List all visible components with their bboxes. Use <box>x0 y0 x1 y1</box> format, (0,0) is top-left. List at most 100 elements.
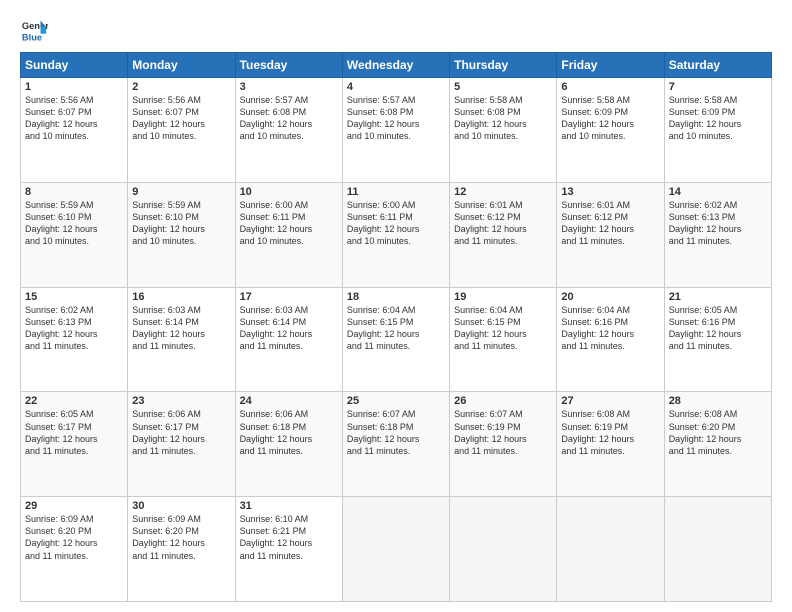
day-info: Sunrise: 6:06 AMSunset: 6:18 PMDaylight:… <box>240 408 338 457</box>
day-number: 4 <box>347 81 445 93</box>
calendar-table: SundayMondayTuesdayWednesdayThursdayFrid… <box>20 52 772 602</box>
day-info: Sunrise: 6:02 AMSunset: 6:13 PMDaylight:… <box>25 304 123 353</box>
header-saturday: Saturday <box>664 53 771 78</box>
day-number: 7 <box>669 81 767 93</box>
day-info: Sunrise: 5:56 AMSunset: 6:07 PMDaylight:… <box>132 94 230 143</box>
calendar-day-22: 22Sunrise: 6:05 AMSunset: 6:17 PMDayligh… <box>21 392 128 497</box>
calendar-day-5: 5Sunrise: 5:58 AMSunset: 6:08 PMDaylight… <box>450 78 557 183</box>
day-info: Sunrise: 6:07 AMSunset: 6:18 PMDaylight:… <box>347 408 445 457</box>
day-number: 12 <box>454 186 552 198</box>
day-info: Sunrise: 5:58 AMSunset: 6:09 PMDaylight:… <box>669 94 767 143</box>
calendar-day-empty <box>557 497 664 602</box>
day-info: Sunrise: 6:00 AMSunset: 6:11 PMDaylight:… <box>240 199 338 248</box>
calendar-day-12: 12Sunrise: 6:01 AMSunset: 6:12 PMDayligh… <box>450 182 557 287</box>
day-info: Sunrise: 6:01 AMSunset: 6:12 PMDaylight:… <box>454 199 552 248</box>
calendar-day-31: 31Sunrise: 6:10 AMSunset: 6:21 PMDayligh… <box>235 497 342 602</box>
calendar-day-24: 24Sunrise: 6:06 AMSunset: 6:18 PMDayligh… <box>235 392 342 497</box>
svg-text:Blue: Blue <box>22 32 42 42</box>
calendar-day-23: 23Sunrise: 6:06 AMSunset: 6:17 PMDayligh… <box>128 392 235 497</box>
header: General Blue <box>20 16 772 44</box>
calendar-day-20: 20Sunrise: 6:04 AMSunset: 6:16 PMDayligh… <box>557 287 664 392</box>
day-info: Sunrise: 6:01 AMSunset: 6:12 PMDaylight:… <box>561 199 659 248</box>
calendar-day-28: 28Sunrise: 6:08 AMSunset: 6:20 PMDayligh… <box>664 392 771 497</box>
day-number: 29 <box>25 500 123 512</box>
day-number: 25 <box>347 395 445 407</box>
day-number: 11 <box>347 186 445 198</box>
logo-icon: General Blue <box>20 16 48 44</box>
day-info: Sunrise: 6:02 AMSunset: 6:13 PMDaylight:… <box>669 199 767 248</box>
calendar-day-27: 27Sunrise: 6:08 AMSunset: 6:19 PMDayligh… <box>557 392 664 497</box>
header-tuesday: Tuesday <box>235 53 342 78</box>
calendar-day-18: 18Sunrise: 6:04 AMSunset: 6:15 PMDayligh… <box>342 287 449 392</box>
day-number: 28 <box>669 395 767 407</box>
day-info: Sunrise: 6:10 AMSunset: 6:21 PMDaylight:… <box>240 513 338 562</box>
day-info: Sunrise: 6:04 AMSunset: 6:16 PMDaylight:… <box>561 304 659 353</box>
calendar-day-15: 15Sunrise: 6:02 AMSunset: 6:13 PMDayligh… <box>21 287 128 392</box>
calendar-day-21: 21Sunrise: 6:05 AMSunset: 6:16 PMDayligh… <box>664 287 771 392</box>
day-number: 21 <box>669 291 767 303</box>
day-info: Sunrise: 5:57 AMSunset: 6:08 PMDaylight:… <box>347 94 445 143</box>
calendar-day-2: 2Sunrise: 5:56 AMSunset: 6:07 PMDaylight… <box>128 78 235 183</box>
calendar-day-8: 8Sunrise: 5:59 AMSunset: 6:10 PMDaylight… <box>21 182 128 287</box>
calendar-header-row: SundayMondayTuesdayWednesdayThursdayFrid… <box>21 53 772 78</box>
day-info: Sunrise: 6:04 AMSunset: 6:15 PMDaylight:… <box>347 304 445 353</box>
day-number: 20 <box>561 291 659 303</box>
day-number: 27 <box>561 395 659 407</box>
calendar-day-26: 26Sunrise: 6:07 AMSunset: 6:19 PMDayligh… <box>450 392 557 497</box>
calendar-day-13: 13Sunrise: 6:01 AMSunset: 6:12 PMDayligh… <box>557 182 664 287</box>
calendar-week-1: 1Sunrise: 5:56 AMSunset: 6:07 PMDaylight… <box>21 78 772 183</box>
day-number: 13 <box>561 186 659 198</box>
day-number: 30 <box>132 500 230 512</box>
day-number: 24 <box>240 395 338 407</box>
calendar-day-17: 17Sunrise: 6:03 AMSunset: 6:14 PMDayligh… <box>235 287 342 392</box>
header-friday: Friday <box>557 53 664 78</box>
calendar-day-empty <box>664 497 771 602</box>
day-info: Sunrise: 6:07 AMSunset: 6:19 PMDaylight:… <box>454 408 552 457</box>
header-monday: Monday <box>128 53 235 78</box>
day-info: Sunrise: 6:08 AMSunset: 6:20 PMDaylight:… <box>669 408 767 457</box>
calendar-day-empty <box>450 497 557 602</box>
day-info: Sunrise: 5:58 AMSunset: 6:09 PMDaylight:… <box>561 94 659 143</box>
day-number: 15 <box>25 291 123 303</box>
day-info: Sunrise: 6:00 AMSunset: 6:11 PMDaylight:… <box>347 199 445 248</box>
day-number: 14 <box>669 186 767 198</box>
day-number: 3 <box>240 81 338 93</box>
day-number: 2 <box>132 81 230 93</box>
day-info: Sunrise: 6:06 AMSunset: 6:17 PMDaylight:… <box>132 408 230 457</box>
day-number: 16 <box>132 291 230 303</box>
calendar-day-29: 29Sunrise: 6:09 AMSunset: 6:20 PMDayligh… <box>21 497 128 602</box>
day-info: Sunrise: 5:59 AMSunset: 6:10 PMDaylight:… <box>25 199 123 248</box>
header-thursday: Thursday <box>450 53 557 78</box>
day-info: Sunrise: 5:58 AMSunset: 6:08 PMDaylight:… <box>454 94 552 143</box>
day-number: 23 <box>132 395 230 407</box>
day-info: Sunrise: 6:05 AMSunset: 6:16 PMDaylight:… <box>669 304 767 353</box>
calendar-day-25: 25Sunrise: 6:07 AMSunset: 6:18 PMDayligh… <box>342 392 449 497</box>
header-sunday: Sunday <box>21 53 128 78</box>
day-info: Sunrise: 6:05 AMSunset: 6:17 PMDaylight:… <box>25 408 123 457</box>
calendar-day-19: 19Sunrise: 6:04 AMSunset: 6:15 PMDayligh… <box>450 287 557 392</box>
day-number: 6 <box>561 81 659 93</box>
calendar-week-5: 29Sunrise: 6:09 AMSunset: 6:20 PMDayligh… <box>21 497 772 602</box>
calendar-day-10: 10Sunrise: 6:00 AMSunset: 6:11 PMDayligh… <box>235 182 342 287</box>
day-info: Sunrise: 6:09 AMSunset: 6:20 PMDaylight:… <box>25 513 123 562</box>
header-wednesday: Wednesday <box>342 53 449 78</box>
day-number: 1 <box>25 81 123 93</box>
day-info: Sunrise: 6:08 AMSunset: 6:19 PMDaylight:… <box>561 408 659 457</box>
day-info: Sunrise: 5:59 AMSunset: 6:10 PMDaylight:… <box>132 199 230 248</box>
calendar-day-6: 6Sunrise: 5:58 AMSunset: 6:09 PMDaylight… <box>557 78 664 183</box>
calendar-day-16: 16Sunrise: 6:03 AMSunset: 6:14 PMDayligh… <box>128 287 235 392</box>
day-info: Sunrise: 5:57 AMSunset: 6:08 PMDaylight:… <box>240 94 338 143</box>
day-number: 19 <box>454 291 552 303</box>
day-info: Sunrise: 5:56 AMSunset: 6:07 PMDaylight:… <box>25 94 123 143</box>
calendar-day-30: 30Sunrise: 6:09 AMSunset: 6:20 PMDayligh… <box>128 497 235 602</box>
calendar-week-2: 8Sunrise: 5:59 AMSunset: 6:10 PMDaylight… <box>21 182 772 287</box>
day-number: 9 <box>132 186 230 198</box>
day-number: 10 <box>240 186 338 198</box>
day-info: Sunrise: 6:03 AMSunset: 6:14 PMDaylight:… <box>240 304 338 353</box>
logo: General Blue <box>20 16 50 44</box>
calendar-day-3: 3Sunrise: 5:57 AMSunset: 6:08 PMDaylight… <box>235 78 342 183</box>
day-info: Sunrise: 6:03 AMSunset: 6:14 PMDaylight:… <box>132 304 230 353</box>
day-number: 8 <box>25 186 123 198</box>
calendar-day-4: 4Sunrise: 5:57 AMSunset: 6:08 PMDaylight… <box>342 78 449 183</box>
day-info: Sunrise: 6:04 AMSunset: 6:15 PMDaylight:… <box>454 304 552 353</box>
